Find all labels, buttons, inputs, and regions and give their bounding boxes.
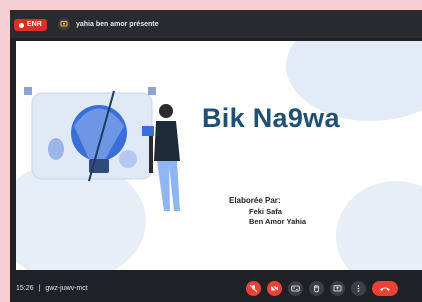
presenter-text: yahia ben amor présente	[76, 20, 159, 28]
authors-label: Elaborée Par:	[229, 196, 281, 205]
record-dot-icon	[19, 22, 24, 28]
raise-hand-button[interactable]	[309, 281, 324, 296]
author-name: Feki Safa	[249, 207, 282, 216]
presenter-chip: yahia ben amor présente	[58, 17, 158, 31]
present-button[interactable]	[330, 281, 345, 296]
mic-off-button[interactable]	[246, 281, 261, 296]
present-icon	[58, 18, 70, 30]
more-vert-icon	[357, 285, 360, 292]
recording-label: ENR	[27, 21, 42, 28]
hand-icon	[314, 284, 319, 293]
hangup-icon	[380, 287, 390, 291]
author-name: Ben Amor Yahia	[249, 217, 307, 226]
meeting-code: gwz-juwv-mct	[45, 285, 88, 292]
captions-button[interactable]	[288, 281, 303, 296]
mic-off-icon	[249, 284, 258, 293]
slide-title: Bik Na9wa	[202, 103, 340, 133]
meeting-time: 15:26	[16, 285, 34, 292]
presentation-slide: Bik Na9wa Elaborée Par: Feki Safa Ben Am…	[16, 41, 422, 270]
present-icon	[333, 285, 342, 292]
recording-badge: ENR	[14, 19, 47, 31]
more-options-button[interactable]	[351, 281, 366, 296]
lightbulb-illustration	[24, 87, 180, 211]
camera-off-button[interactable]	[267, 281, 282, 296]
meeting-separator: |	[38, 285, 41, 292]
background-shape	[336, 181, 422, 270]
meeting-info: 15:26 | gwz-juwv-mct	[16, 285, 88, 292]
captions-icon	[291, 285, 300, 292]
leave-call-button[interactable]	[372, 281, 398, 296]
camera-off-icon	[270, 284, 279, 293]
